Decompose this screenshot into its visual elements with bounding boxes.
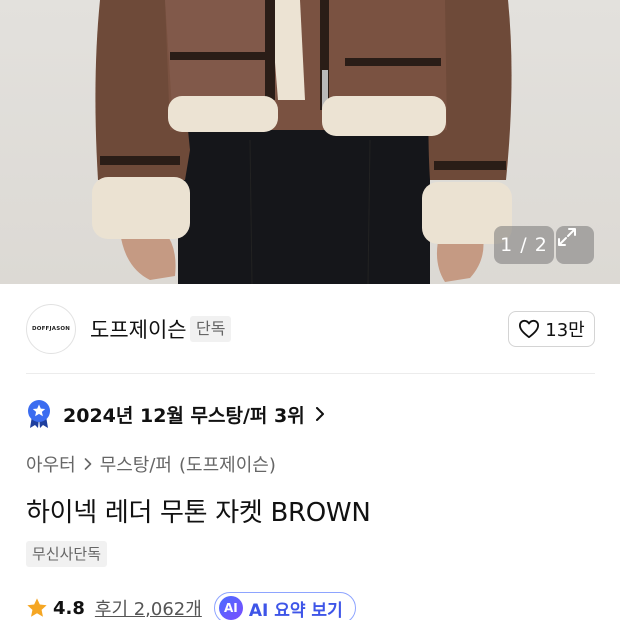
ai-icon: AI (218, 596, 243, 620)
rating-row: 4.8 후기 2,062개 AI AI 요약 보기 (26, 592, 356, 620)
expand-icon (558, 228, 576, 246)
ai-summary-button[interactable]: AI AI 요약 보기 (213, 592, 356, 620)
ranking-link[interactable]: 2024년 12월 무스탕/퍼 3위 (26, 398, 325, 430)
brand-logo[interactable]: DOFFJASON (26, 304, 76, 354)
review-count-link[interactable]: 후기 2,062개 (95, 595, 202, 620)
chevron-right-icon (315, 407, 324, 421)
divider (26, 373, 595, 374)
ranking-badge-icon (28, 400, 50, 428)
like-count: 13만 (545, 320, 585, 341)
exclusive-badge: 단독 (190, 316, 232, 342)
musinsa-exclusive-tag: 무신사단독 (26, 541, 108, 567)
chevron-right-icon (84, 458, 92, 470)
breadcrumb: 아우터 무스탕/퍼 (도프제이슨) (26, 450, 276, 478)
ai-summary-label: AI 요약 보기 (248, 600, 343, 620)
product-title: 하이넥 레더 무톤 자켓 BROWN (26, 498, 371, 528)
breadcrumb-brand[interactable]: (도프제이슨) (179, 451, 276, 477)
ranking-text: 2024년 12월 무스탕/퍼 3위 (63, 404, 305, 427)
breadcrumb-subcategory[interactable]: 무스탕/퍼 (100, 451, 172, 477)
image-counter: 1 / 2 (494, 226, 554, 264)
like-button[interactable]: 13만 (508, 311, 595, 347)
breadcrumb-category[interactable]: 아우터 (26, 451, 76, 477)
heart-icon (519, 319, 540, 339)
brand-logo-text: DOFFJASON (31, 326, 71, 332)
product-image[interactable]: 1 / 2 (0, 0, 620, 284)
star-icon (27, 598, 47, 617)
rating-score: 4.8 (53, 597, 85, 619)
expand-button[interactable] (556, 226, 594, 264)
brand-row: DOFFJASON 도프제이슨 단독 13만 (0, 284, 620, 374)
brand-name[interactable]: 도프제이슨 (90, 314, 187, 344)
